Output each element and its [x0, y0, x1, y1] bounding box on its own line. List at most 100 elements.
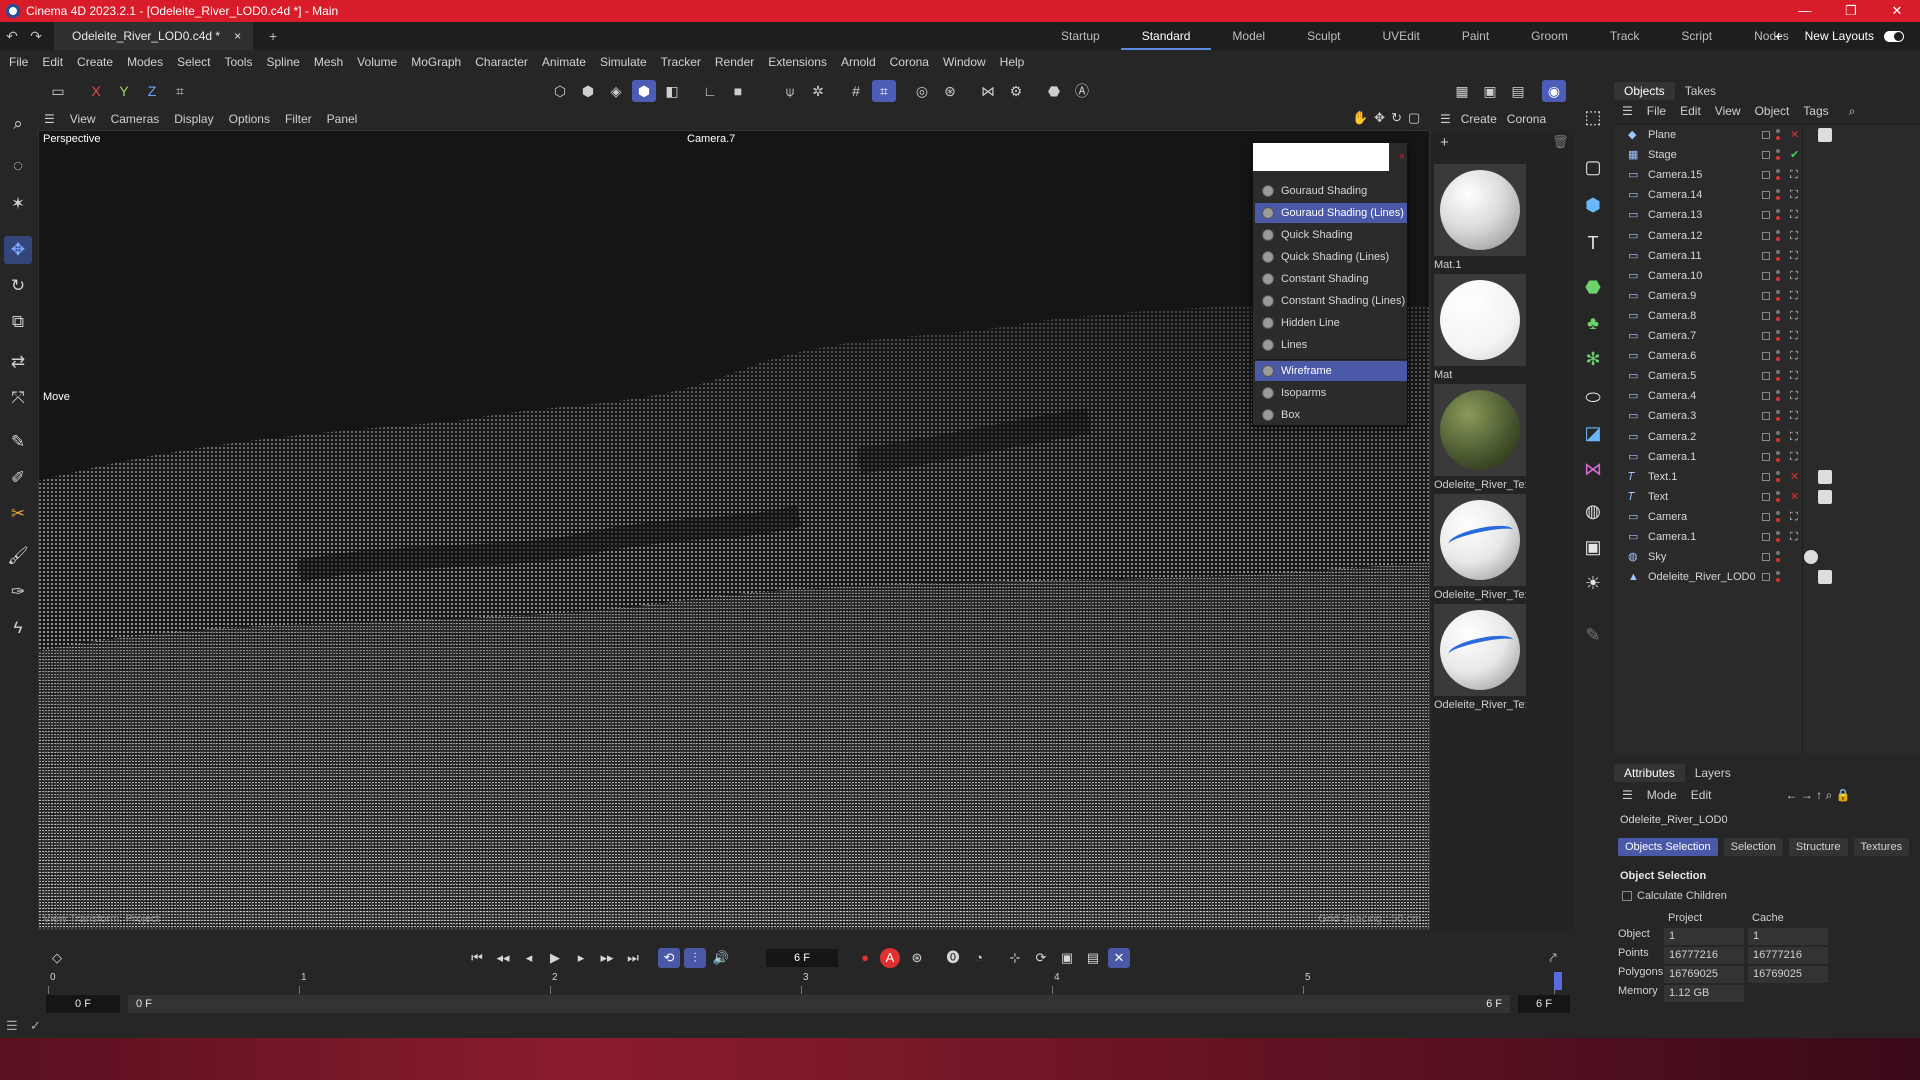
- layout-tab-groom[interactable]: Groom: [1510, 22, 1589, 50]
- disabled-cross-icon[interactable]: ✕: [1790, 487, 1799, 507]
- material-swatch[interactable]: Mat.1: [1434, 164, 1526, 271]
- object-row[interactable]: ▭ Camera.6 ⛶: [1614, 346, 1920, 366]
- modelling-settings-icon[interactable]: ⚙: [1004, 80, 1028, 102]
- key-position-icon[interactable]: ⓿: [942, 948, 964, 968]
- camera-object-icon[interactable]: ▣: [1580, 534, 1606, 560]
- menu-file[interactable]: File: [9, 55, 28, 69]
- timeline-graph-icon[interactable]: ⤤: [1542, 948, 1564, 968]
- object-row[interactable]: ▭ Camera.5 ⛶: [1614, 366, 1920, 386]
- editor-visibility-dot[interactable]: [1776, 129, 1780, 133]
- menu-tools[interactable]: Tools: [224, 55, 252, 69]
- effector-icon[interactable]: ✻: [1580, 346, 1606, 372]
- document-tab-close-icon[interactable]: ×: [234, 22, 241, 50]
- object-row[interactable]: ▭ Camera.1 ⛶: [1614, 447, 1920, 467]
- menu-render[interactable]: Render: [715, 55, 754, 69]
- interactive-render-icon[interactable]: ◉: [1542, 80, 1566, 102]
- editor-visibility-dot[interactable]: [1776, 149, 1780, 154]
- camera-target-tag-icon[interactable]: ⛶: [1790, 406, 1798, 426]
- deformer-icon[interactable]: ⬭: [1580, 384, 1606, 410]
- material-tag-icon[interactable]: [1818, 489, 1832, 504]
- attributes-menu-mode[interactable]: Mode: [1647, 788, 1677, 802]
- layer-checkbox[interactable]: [1762, 472, 1770, 481]
- camera-target-tag-icon[interactable]: ⛶: [1790, 246, 1798, 266]
- sky-material-tag-icon[interactable]: [1804, 550, 1818, 565]
- object-name[interactable]: Camera.7: [1648, 326, 1696, 346]
- spline-pen-icon[interactable]: ✎: [4, 428, 32, 456]
- objects-tab-objects[interactable]: Objects: [1614, 82, 1675, 100]
- display-option[interactable]: Constant Shading: [1255, 269, 1407, 289]
- cube-icon[interactable]: ⬢: [1580, 192, 1606, 218]
- object-name[interactable]: Camera.15: [1648, 165, 1702, 185]
- new-material-icon[interactable]: +: [1440, 134, 1449, 151]
- object-name[interactable]: Odeleite_River_LOD0: [1648, 567, 1756, 587]
- menu-arnold[interactable]: Arnold: [841, 55, 876, 69]
- render-region-icon[interactable]: ◎: [910, 80, 934, 102]
- layer-checkbox[interactable]: [1762, 311, 1770, 320]
- cloner-icon[interactable]: ♣: [1580, 310, 1606, 336]
- object-row[interactable]: ◆ Plane ✕: [1614, 125, 1920, 145]
- render-visibility-dot[interactable]: [1776, 397, 1780, 402]
- material-tag-icon[interactable]: [1818, 469, 1832, 484]
- objects-menu-edit[interactable]: Edit: [1680, 104, 1701, 118]
- document-tab[interactable]: Odeleite_River_LOD0.c4d * ×: [54, 22, 254, 50]
- key-scale-icon[interactable]: ⊹: [1004, 948, 1026, 968]
- render-visibility-dot[interactable]: [1776, 156, 1780, 161]
- editor-visibility-dot[interactable]: [1776, 410, 1780, 415]
- camera-target-tag-icon[interactable]: ⛶: [1790, 266, 1798, 286]
- object-row[interactable]: ▭ Camera.12 ⛶: [1614, 226, 1920, 246]
- material-swatch[interactable]: Odeleite_River_Te:: [1434, 384, 1526, 491]
- tweak-mode-icon[interactable]: ■: [726, 80, 750, 102]
- material-tag-icon[interactable]: [1818, 570, 1832, 585]
- viewport-hamburger-icon[interactable]: ☰: [44, 112, 55, 126]
- text-tool-icon[interactable]: T: [1580, 230, 1606, 256]
- environment-icon[interactable]: ◍: [1580, 498, 1606, 524]
- rotate-tool-icon[interactable]: ↻: [4, 272, 32, 300]
- menu-window[interactable]: Window: [943, 55, 986, 69]
- render-visibility-dot[interactable]: [1776, 437, 1780, 442]
- record-icon[interactable]: ●: [854, 948, 876, 968]
- camera-target-tag-icon[interactable]: ⛶: [1790, 346, 1798, 366]
- layout-tab-uvedit[interactable]: UVEdit: [1361, 22, 1440, 50]
- object-row[interactable]: 𝑇 Text.1 ✕: [1614, 467, 1920, 487]
- attributes-page-button[interactable]: Selection: [1723, 838, 1783, 856]
- camera-target-tag-icon[interactable]: ⛶: [1790, 447, 1798, 467]
- editor-visibility-dot[interactable]: [1776, 249, 1780, 254]
- render-visibility-dot[interactable]: [1776, 176, 1780, 181]
- field-icon[interactable]: ◪: [1580, 420, 1606, 446]
- camera-target-tag-icon[interactable]: ⛶: [1790, 205, 1798, 225]
- viewport-nav-icons[interactable]: ✋✥↻▢: [1352, 110, 1426, 126]
- menu-simulate[interactable]: Simulate: [600, 55, 647, 69]
- object-name[interactable]: Camera.10: [1648, 266, 1702, 286]
- key-param-icon[interactable]: ⟳: [1030, 948, 1052, 968]
- layer-checkbox[interactable]: [1762, 291, 1770, 300]
- material-menu-corona[interactable]: Corona: [1507, 112, 1546, 126]
- attributes-tab-attributes[interactable]: Attributes: [1614, 764, 1685, 782]
- attributes-hamburger-icon[interactable]: ☰: [1622, 788, 1633, 802]
- layout-tab-model[interactable]: Model: [1211, 22, 1286, 50]
- render-visibility-dot[interactable]: [1776, 196, 1780, 201]
- layer-checkbox[interactable]: [1762, 332, 1770, 340]
- layer-checkbox[interactable]: [1762, 151, 1770, 160]
- sound-icon[interactable]: 🔊: [710, 948, 732, 968]
- object-row[interactable]: ▭ Camera ⛶: [1614, 507, 1920, 527]
- preview-range-bar[interactable]: 0 F 6 F: [128, 995, 1510, 1013]
- menu-select[interactable]: Select: [177, 55, 210, 69]
- redo-icon[interactable]: ↷: [24, 28, 48, 45]
- spline-icon[interactable]: ⋈: [1580, 456, 1606, 482]
- axis-mode-icon[interactable]: ∟: [698, 80, 722, 102]
- object-name[interactable]: Camera.1: [1648, 447, 1696, 467]
- knife-tool-icon[interactable]: ✂: [4, 500, 32, 528]
- disabled-cross-icon[interactable]: ✕: [1790, 125, 1799, 145]
- material-preview[interactable]: [1434, 384, 1526, 476]
- objects-menu-view[interactable]: View: [1715, 104, 1741, 118]
- object-name[interactable]: Camera.11: [1648, 246, 1702, 266]
- autokey-button[interactable]: A: [880, 948, 900, 968]
- editor-visibility-dot[interactable]: [1776, 269, 1780, 274]
- viewport-menu-cameras[interactable]: Cameras: [111, 112, 160, 126]
- add-layout-icon[interactable]: +: [1774, 28, 1782, 44]
- object-name[interactable]: Camera.1: [1648, 527, 1696, 547]
- polygons-mode-icon[interactable]: ◈: [604, 80, 628, 102]
- objects-menu-tags[interactable]: Tags: [1803, 104, 1828, 118]
- layer-checkbox[interactable]: [1762, 251, 1770, 260]
- display-option[interactable]: Lines: [1255, 335, 1407, 355]
